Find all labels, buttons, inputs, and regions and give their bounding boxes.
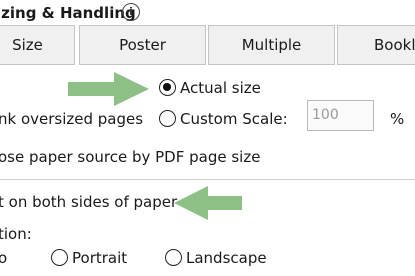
tab-size[interactable]: Size <box>0 25 75 65</box>
custom-scale-unit: % <box>390 110 405 128</box>
tab-poster[interactable]: Poster <box>79 25 206 65</box>
annotation-arrow-left <box>174 186 242 220</box>
section-title: izing & Handling <box>0 4 136 22</box>
orientation-label: tion: <box>0 225 32 243</box>
tab-booklet[interactable]: Bookle <box>337 25 415 65</box>
section-divider <box>0 179 415 180</box>
info-icon[interactable]: i <box>122 3 140 21</box>
custom-scale-label[interactable]: Custom Scale: <box>180 109 288 129</box>
arrow-left-shape <box>174 186 242 220</box>
annotation-arrow-right <box>68 72 149 106</box>
landscape-label[interactable]: Landscape <box>186 248 267 268</box>
page-sizing-handling-panel: izing & Handling i Size Poster Multiple … <box>0 0 415 276</box>
tab-multiple[interactable]: Multiple <box>208 25 335 65</box>
landscape-radio[interactable] <box>165 249 182 266</box>
custom-scale-input[interactable]: 100 <box>307 100 374 131</box>
actual-size-label[interactable]: Actual size <box>180 78 261 98</box>
shrink-oversized-label[interactable]: nk oversized pages <box>0 109 143 129</box>
orientation-auto-label[interactable]: o <box>0 248 7 268</box>
arrow-right-shape <box>68 72 149 106</box>
portrait-label[interactable]: Portrait <box>72 248 127 268</box>
actual-size-radio[interactable] <box>159 79 176 96</box>
paper-source-label[interactable]: ose paper source by PDF page size <box>0 147 260 167</box>
portrait-radio[interactable] <box>51 249 68 266</box>
custom-scale-radio[interactable] <box>159 110 176 127</box>
duplex-label[interactable]: t on both sides of paper <box>0 192 177 212</box>
